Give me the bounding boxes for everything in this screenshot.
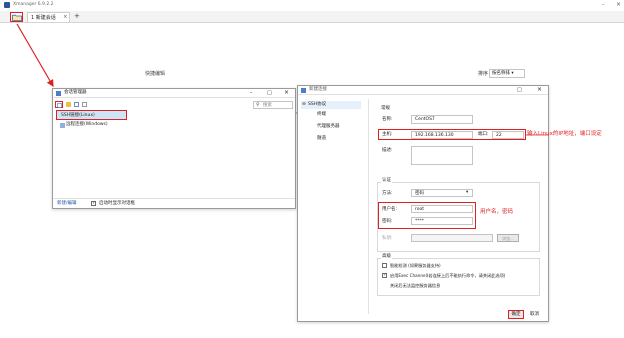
credentials-annotation: 用户名，密码 bbox=[480, 209, 514, 215]
host-annotation: 输入Linux的IP地址，端口设定 bbox=[527, 131, 602, 137]
host-arrow bbox=[526, 134, 549, 136]
